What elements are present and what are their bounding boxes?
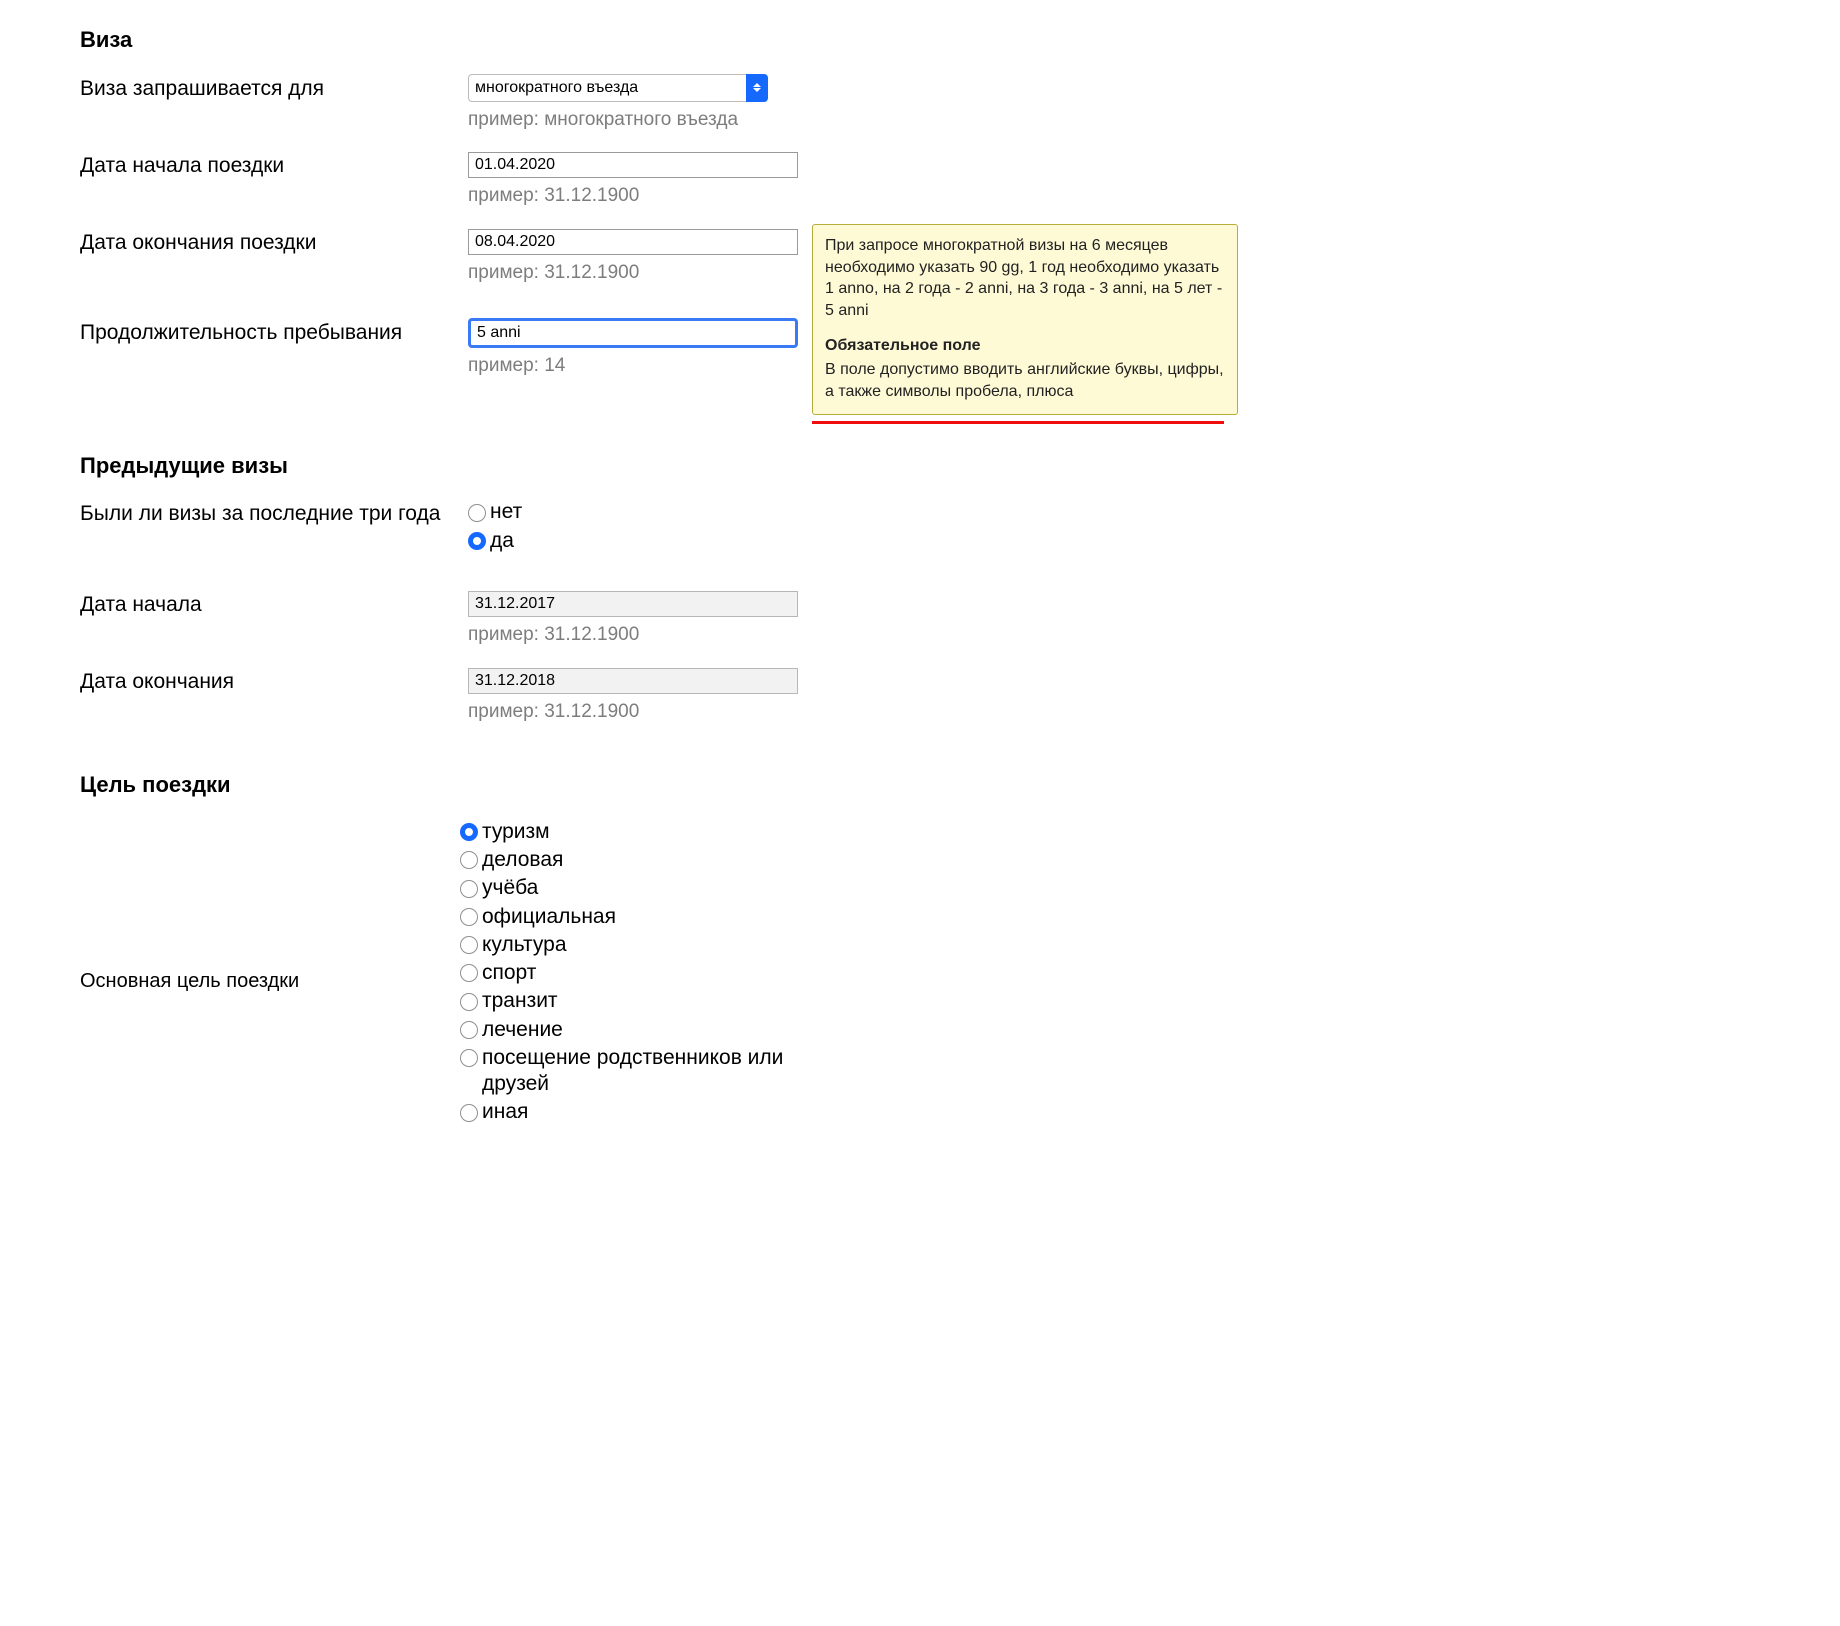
end-date-label: Дата окончания поездки — [80, 228, 468, 256]
start-date-input[interactable] — [468, 152, 798, 178]
purpose-other-label: иная — [482, 1099, 528, 1125]
visa-for-select[interactable]: многократного въезда — [468, 74, 768, 102]
purpose-official-radio[interactable] — [460, 908, 478, 926]
visa-for-label: Виза запрашивается для — [80, 74, 468, 102]
duration-tip-card: При запросе многократной визы на 6 месяц… — [812, 224, 1238, 415]
purpose-tourism-radio[interactable] — [460, 823, 478, 841]
prev-end-hint: пример: 31.12.1900 — [468, 700, 798, 724]
section-visa-title: Виза — [80, 26, 1240, 54]
prev-start-input[interactable] — [468, 591, 798, 617]
section-purpose-title: Цель поездки — [80, 771, 1240, 799]
prev-visa-yes-radio[interactable] — [468, 532, 486, 550]
purpose-other-radio[interactable] — [460, 1104, 478, 1122]
start-date-label: Дата начала поездки — [80, 151, 468, 179]
purpose-sport-radio[interactable] — [460, 964, 478, 982]
purpose-tourism-label: туризм — [482, 819, 550, 845]
purpose-official-label: официальная — [482, 904, 616, 930]
prev-visa-no-radio[interactable] — [468, 504, 486, 522]
section-prev-title: Предыдущие визы — [80, 452, 1240, 480]
purpose-relatives-label: посещение родственников или друзей — [482, 1045, 822, 1098]
purpose-business-radio[interactable] — [460, 851, 478, 869]
tip-paragraph-2: В поле допустимо вводить английские букв… — [825, 361, 1224, 400]
duration-input[interactable] — [468, 318, 798, 348]
end-date-input[interactable] — [468, 229, 798, 255]
prev-visa-no-label: нет — [490, 499, 522, 525]
prev-start-hint: пример: 31.12.1900 — [468, 623, 798, 647]
prev-question-label: Были ли визы за последние три года — [80, 499, 468, 527]
duration-label: Продолжительность пребывания — [80, 318, 468, 346]
purpose-label-col: Основная цель поездки — [80, 819, 460, 994]
duration-hint: пример: 14 — [468, 354, 798, 378]
prev-visa-yes-label: да — [490, 528, 514, 554]
prev-start-label: Дата начала — [80, 590, 468, 618]
purpose-transit-radio[interactable] — [460, 993, 478, 1011]
visa-for-hint: пример: многократного въезда — [468, 108, 798, 132]
prev-end-input[interactable] — [468, 668, 798, 694]
purpose-culture-label: культура — [482, 932, 567, 958]
tip-required-title: Обязательное поле — [825, 335, 1225, 357]
purpose-business-label: деловая — [482, 847, 563, 873]
start-date-hint: пример: 31.12.1900 — [468, 184, 798, 208]
tip-red-rule — [812, 421, 1224, 424]
purpose-study-label: учёба — [482, 875, 538, 901]
purpose-medical-label: лечение — [482, 1017, 563, 1043]
purpose-study-radio[interactable] — [460, 880, 478, 898]
purpose-relatives-radio[interactable] — [460, 1049, 478, 1067]
prev-end-label: Дата окончания — [80, 667, 468, 695]
tip-paragraph-1: При запросе многократной визы на 6 месяц… — [825, 237, 1222, 319]
purpose-label: Основная цель поездки — [80, 970, 299, 992]
purpose-culture-radio[interactable] — [460, 936, 478, 954]
purpose-medical-radio[interactable] — [460, 1021, 478, 1039]
end-date-hint: пример: 31.12.1900 — [468, 261, 798, 285]
purpose-transit-label: транзит — [482, 988, 558, 1014]
purpose-sport-label: спорт — [482, 960, 536, 986]
